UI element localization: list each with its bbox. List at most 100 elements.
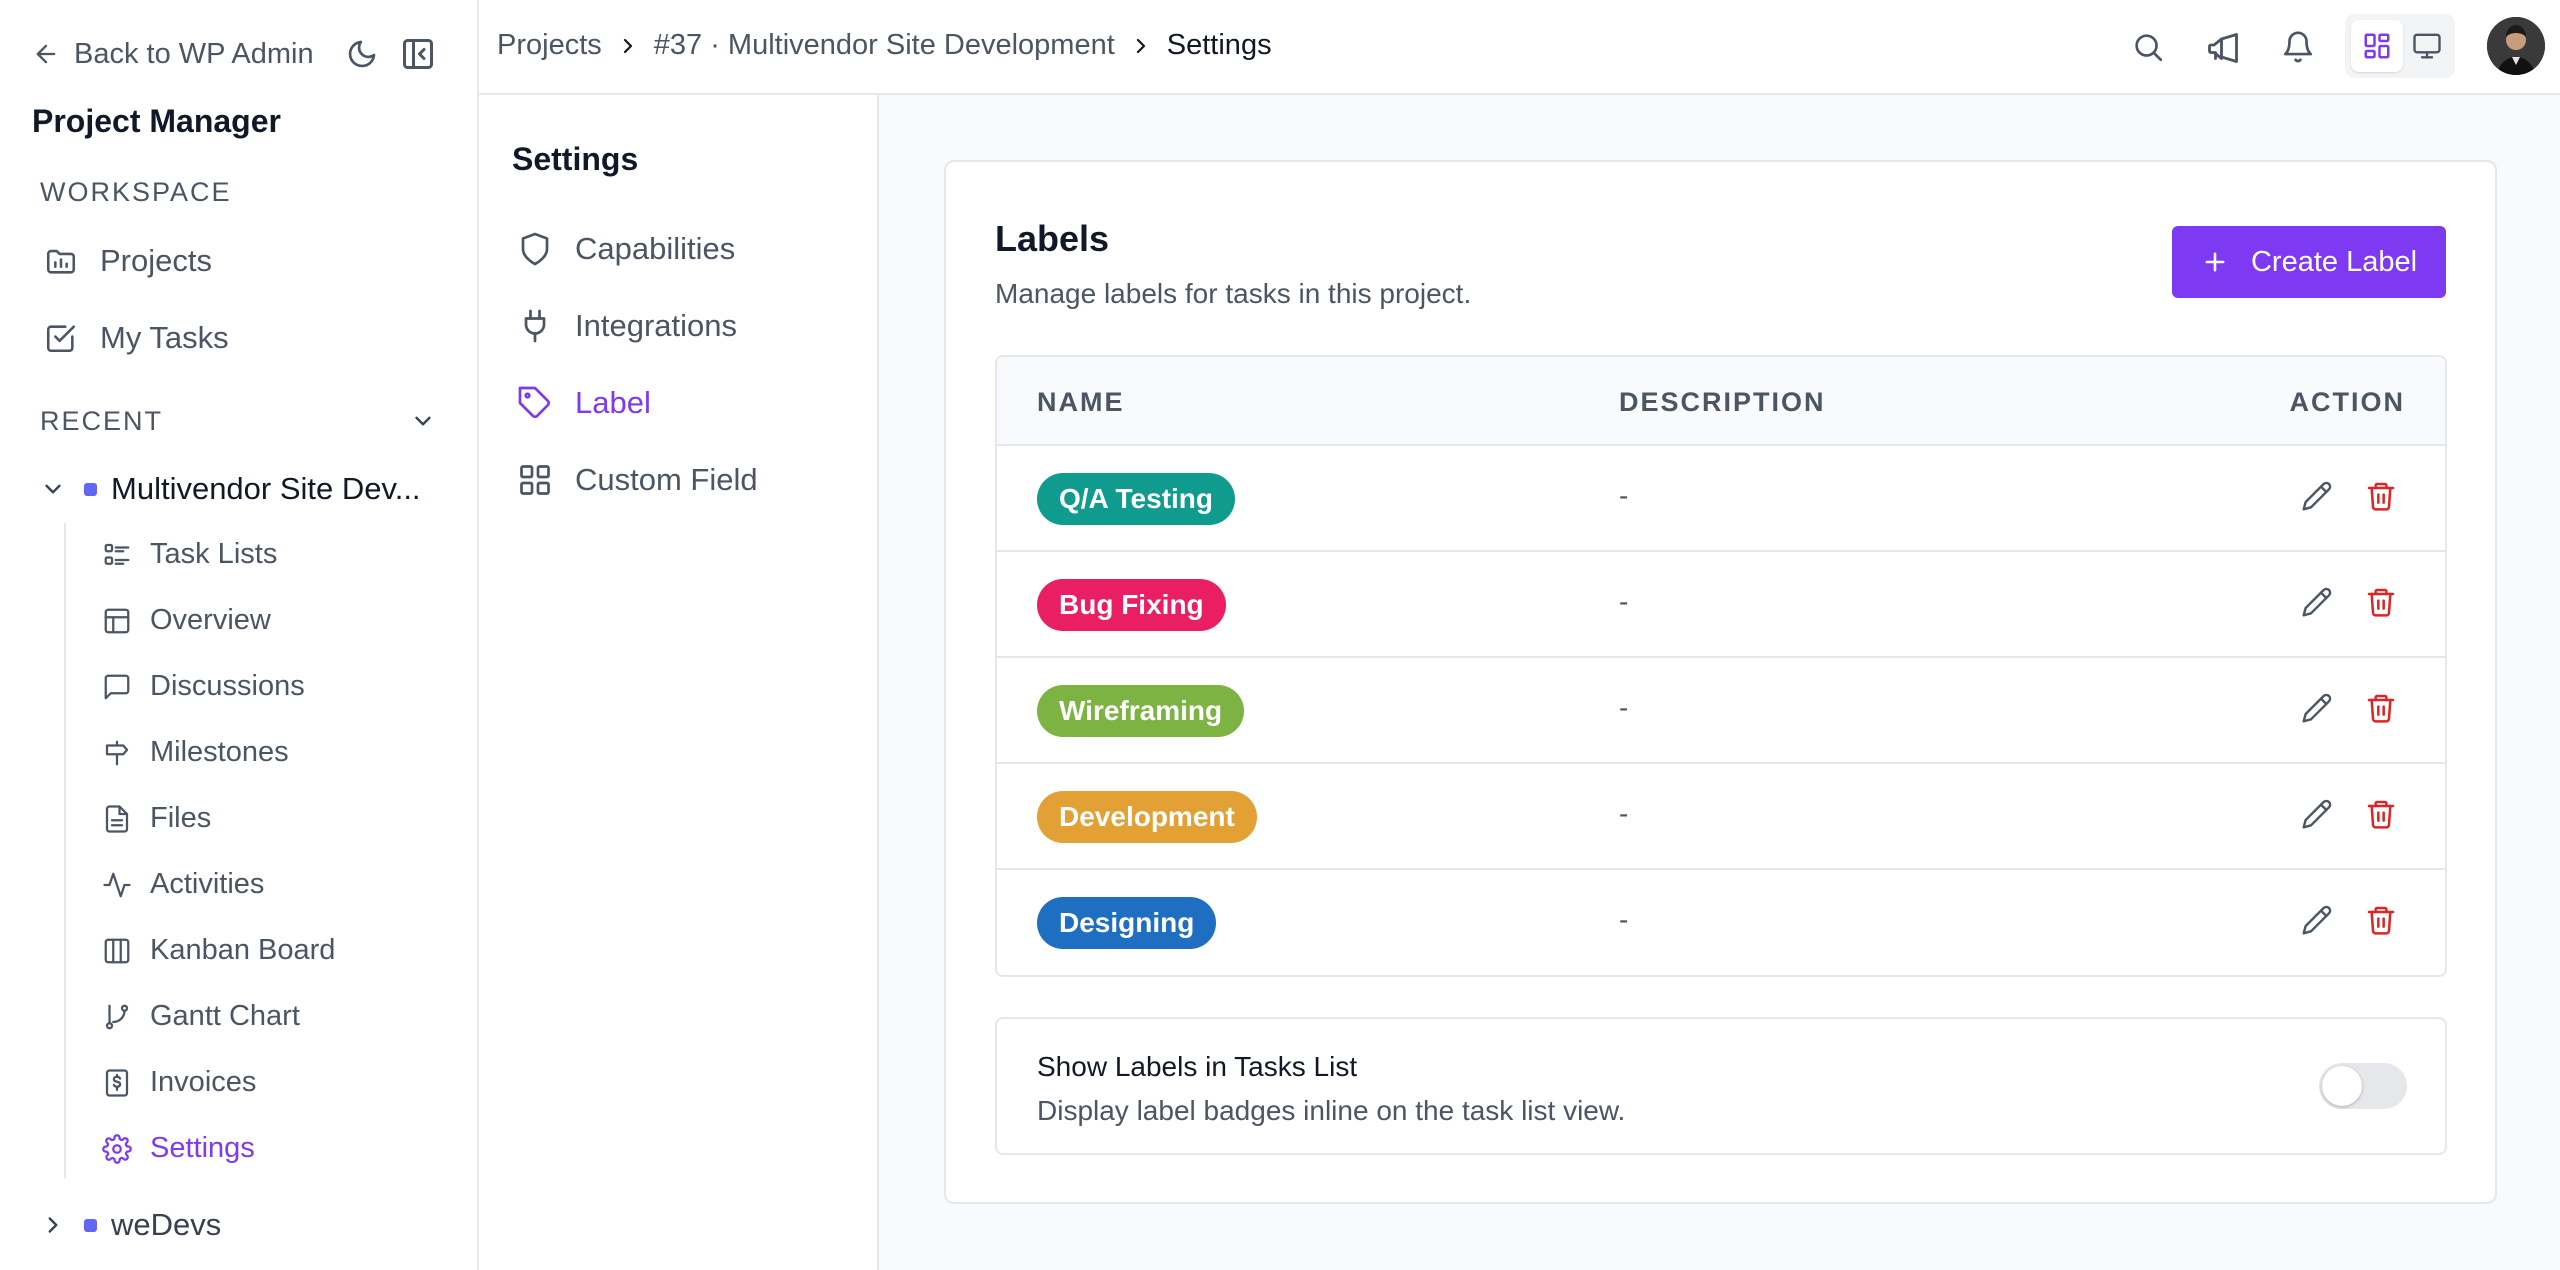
sidebar-item-projects[interactable]: Projects — [44, 243, 212, 279]
back-label: Back to WP Admin — [74, 37, 314, 70]
sidebar-item-label: Overview — [150, 604, 271, 636]
search-icon[interactable] — [2131, 30, 2165, 64]
task-list-icon — [102, 540, 132, 570]
create-label-button[interactable]: Create Label — [2172, 226, 2446, 298]
sidebar-item-kanban-board[interactable]: Kanban Board — [102, 934, 335, 967]
pencil-icon — [2301, 480, 2333, 512]
edit-label-button[interactable] — [2301, 480, 2333, 512]
trash-icon — [2365, 692, 2397, 724]
tasks-icon — [44, 321, 78, 355]
sidebar-item-my-tasks[interactable]: My Tasks — [44, 320, 229, 356]
delete-label-button[interactable] — [2365, 904, 2397, 936]
delete-label-button[interactable] — [2365, 798, 2397, 830]
main-sidebar: Back to WP Admin Project Manager WORKSPA… — [0, 0, 479, 1270]
labels-subtitle: Manage labels for tasks in this project. — [995, 278, 1472, 309]
settings-item-label: Custom Field — [575, 462, 758, 497]
monitor-icon — [2412, 31, 2442, 61]
sidebar-item-overview[interactable]: Overview — [102, 604, 271, 637]
kanban-icon — [102, 936, 132, 966]
plug-icon — [517, 308, 553, 344]
label-badge: Development — [1037, 791, 1257, 843]
sidebar-item-label: Files — [150, 802, 212, 834]
sidebar-item-invoices[interactable]: Invoices — [102, 1066, 256, 1099]
pencil-icon — [2301, 692, 2333, 724]
delete-label-button[interactable] — [2365, 692, 2397, 724]
column-header-action: ACTION — [2289, 387, 2405, 417]
bell-icon[interactable] — [2281, 30, 2315, 64]
show-labels-toggle[interactable] — [2319, 1063, 2407, 1109]
pencil-icon — [2301, 798, 2333, 830]
table-header: NAME DESCRIPTION ACTION — [997, 357, 2445, 446]
shield-icon — [517, 231, 553, 267]
workspace-section-label: WORKSPACE — [40, 177, 232, 207]
table-row: Q/A Testing - — [997, 446, 2445, 552]
recent-project-multivendor[interactable]: Multivendor Site Dev... — [40, 471, 421, 507]
arrow-left-icon — [32, 40, 60, 68]
toggle-knob — [2322, 1066, 2362, 1106]
sidebar-item-label: Discussions — [150, 670, 305, 702]
column-header-description: DESCRIPTION — [1619, 387, 1826, 417]
trash-icon — [2365, 586, 2397, 618]
table-row: Designing - — [997, 870, 2445, 975]
settings-item-label: Integrations — [575, 308, 737, 343]
settings-item-capabilities[interactable]: Capabilities — [517, 231, 735, 267]
label-description: - — [1619, 904, 1629, 935]
desktop-view-button[interactable] — [2401, 20, 2453, 72]
grid-icon — [517, 462, 553, 498]
settings-nav: Settings Capabilities Integrations Label… — [479, 95, 879, 1270]
sidebar-item-discussions[interactable]: Discussions — [102, 670, 305, 703]
settings-item-label-active[interactable]: Label — [517, 385, 651, 421]
sidebar-item-label: Projects — [100, 243, 212, 278]
sidebar-item-milestones[interactable]: Milestones — [102, 736, 289, 769]
edit-label-button[interactable] — [2301, 586, 2333, 618]
toggle-description: Display label badges inline on the task … — [1037, 1095, 1626, 1126]
label-description: - — [1619, 798, 1629, 829]
edit-label-button[interactable] — [2301, 904, 2333, 936]
chevron-down-icon[interactable] — [410, 408, 436, 434]
sidebar-item-label: Settings — [150, 1132, 255, 1164]
project-name: weDevs — [111, 1207, 222, 1242]
sidebar-item-files[interactable]: Files — [102, 802, 211, 835]
recent-project-wedevs[interactable]: weDevs — [40, 1207, 221, 1243]
sidebar-item-label: Milestones — [150, 736, 289, 768]
dashboard-icon — [2362, 31, 2392, 61]
table-row: Bug Fixing - — [997, 552, 2445, 658]
settings-item-integrations[interactable]: Integrations — [517, 308, 737, 344]
settings-nav-title: Settings — [512, 141, 639, 177]
labels-card: Labels Manage labels for tasks in this p… — [944, 160, 2497, 1204]
column-header-name: NAME — [1037, 387, 1125, 417]
label-description: - — [1619, 480, 1629, 511]
breadcrumb-projects[interactable]: Projects — [497, 29, 602, 62]
breadcrumb-project[interactable]: #37 · Multivendor Site Development — [654, 29, 1115, 62]
settings-item-custom-field[interactable]: Custom Field — [517, 462, 758, 498]
settings-item-label: Label — [575, 385, 651, 420]
user-avatar[interactable] — [2487, 17, 2545, 75]
labels-table: NAME DESCRIPTION ACTION Q/A Testing - Bug … — [995, 355, 2447, 977]
collapse-sidebar-icon[interactable] — [400, 36, 436, 72]
project-color-dot — [84, 482, 97, 496]
edit-label-button[interactable] — [2301, 798, 2333, 830]
projects-icon — [44, 244, 78, 278]
recent-section-label: RECENT — [40, 406, 164, 436]
sidebar-item-gantt-chart[interactable]: Gantt Chart — [102, 1000, 300, 1033]
sidebar-item-settings[interactable]: Settings — [102, 1132, 255, 1165]
label-badge: Designing — [1037, 897, 1217, 949]
dashboard-view-button[interactable] — [2351, 20, 2403, 72]
sidebar-item-activities[interactable]: Activities — [102, 868, 264, 901]
file-icon — [102, 804, 132, 834]
delete-label-button[interactable] — [2365, 586, 2397, 618]
breadcrumb: Projects #37 · Multivendor Site Developm… — [497, 29, 1272, 62]
chevron-right-icon — [616, 34, 640, 58]
edit-label-button[interactable] — [2301, 692, 2333, 724]
sidebar-item-label: Activities — [150, 868, 265, 900]
trash-icon — [2365, 904, 2397, 936]
dark-mode-toggle-icon[interactable] — [346, 38, 378, 70]
top-bar: Projects #37 · Multivendor Site Developm… — [479, 0, 2560, 95]
sidebar-item-task-lists[interactable]: Task Lists — [102, 538, 277, 571]
chat-icon — [102, 672, 132, 702]
chevron-down-icon — [40, 476, 66, 502]
invoice-icon — [102, 1068, 132, 1098]
megaphone-icon[interactable] — [2205, 30, 2241, 66]
back-to-wp-admin-link[interactable]: Back to WP Admin — [32, 38, 314, 71]
delete-label-button[interactable] — [2365, 480, 2397, 512]
